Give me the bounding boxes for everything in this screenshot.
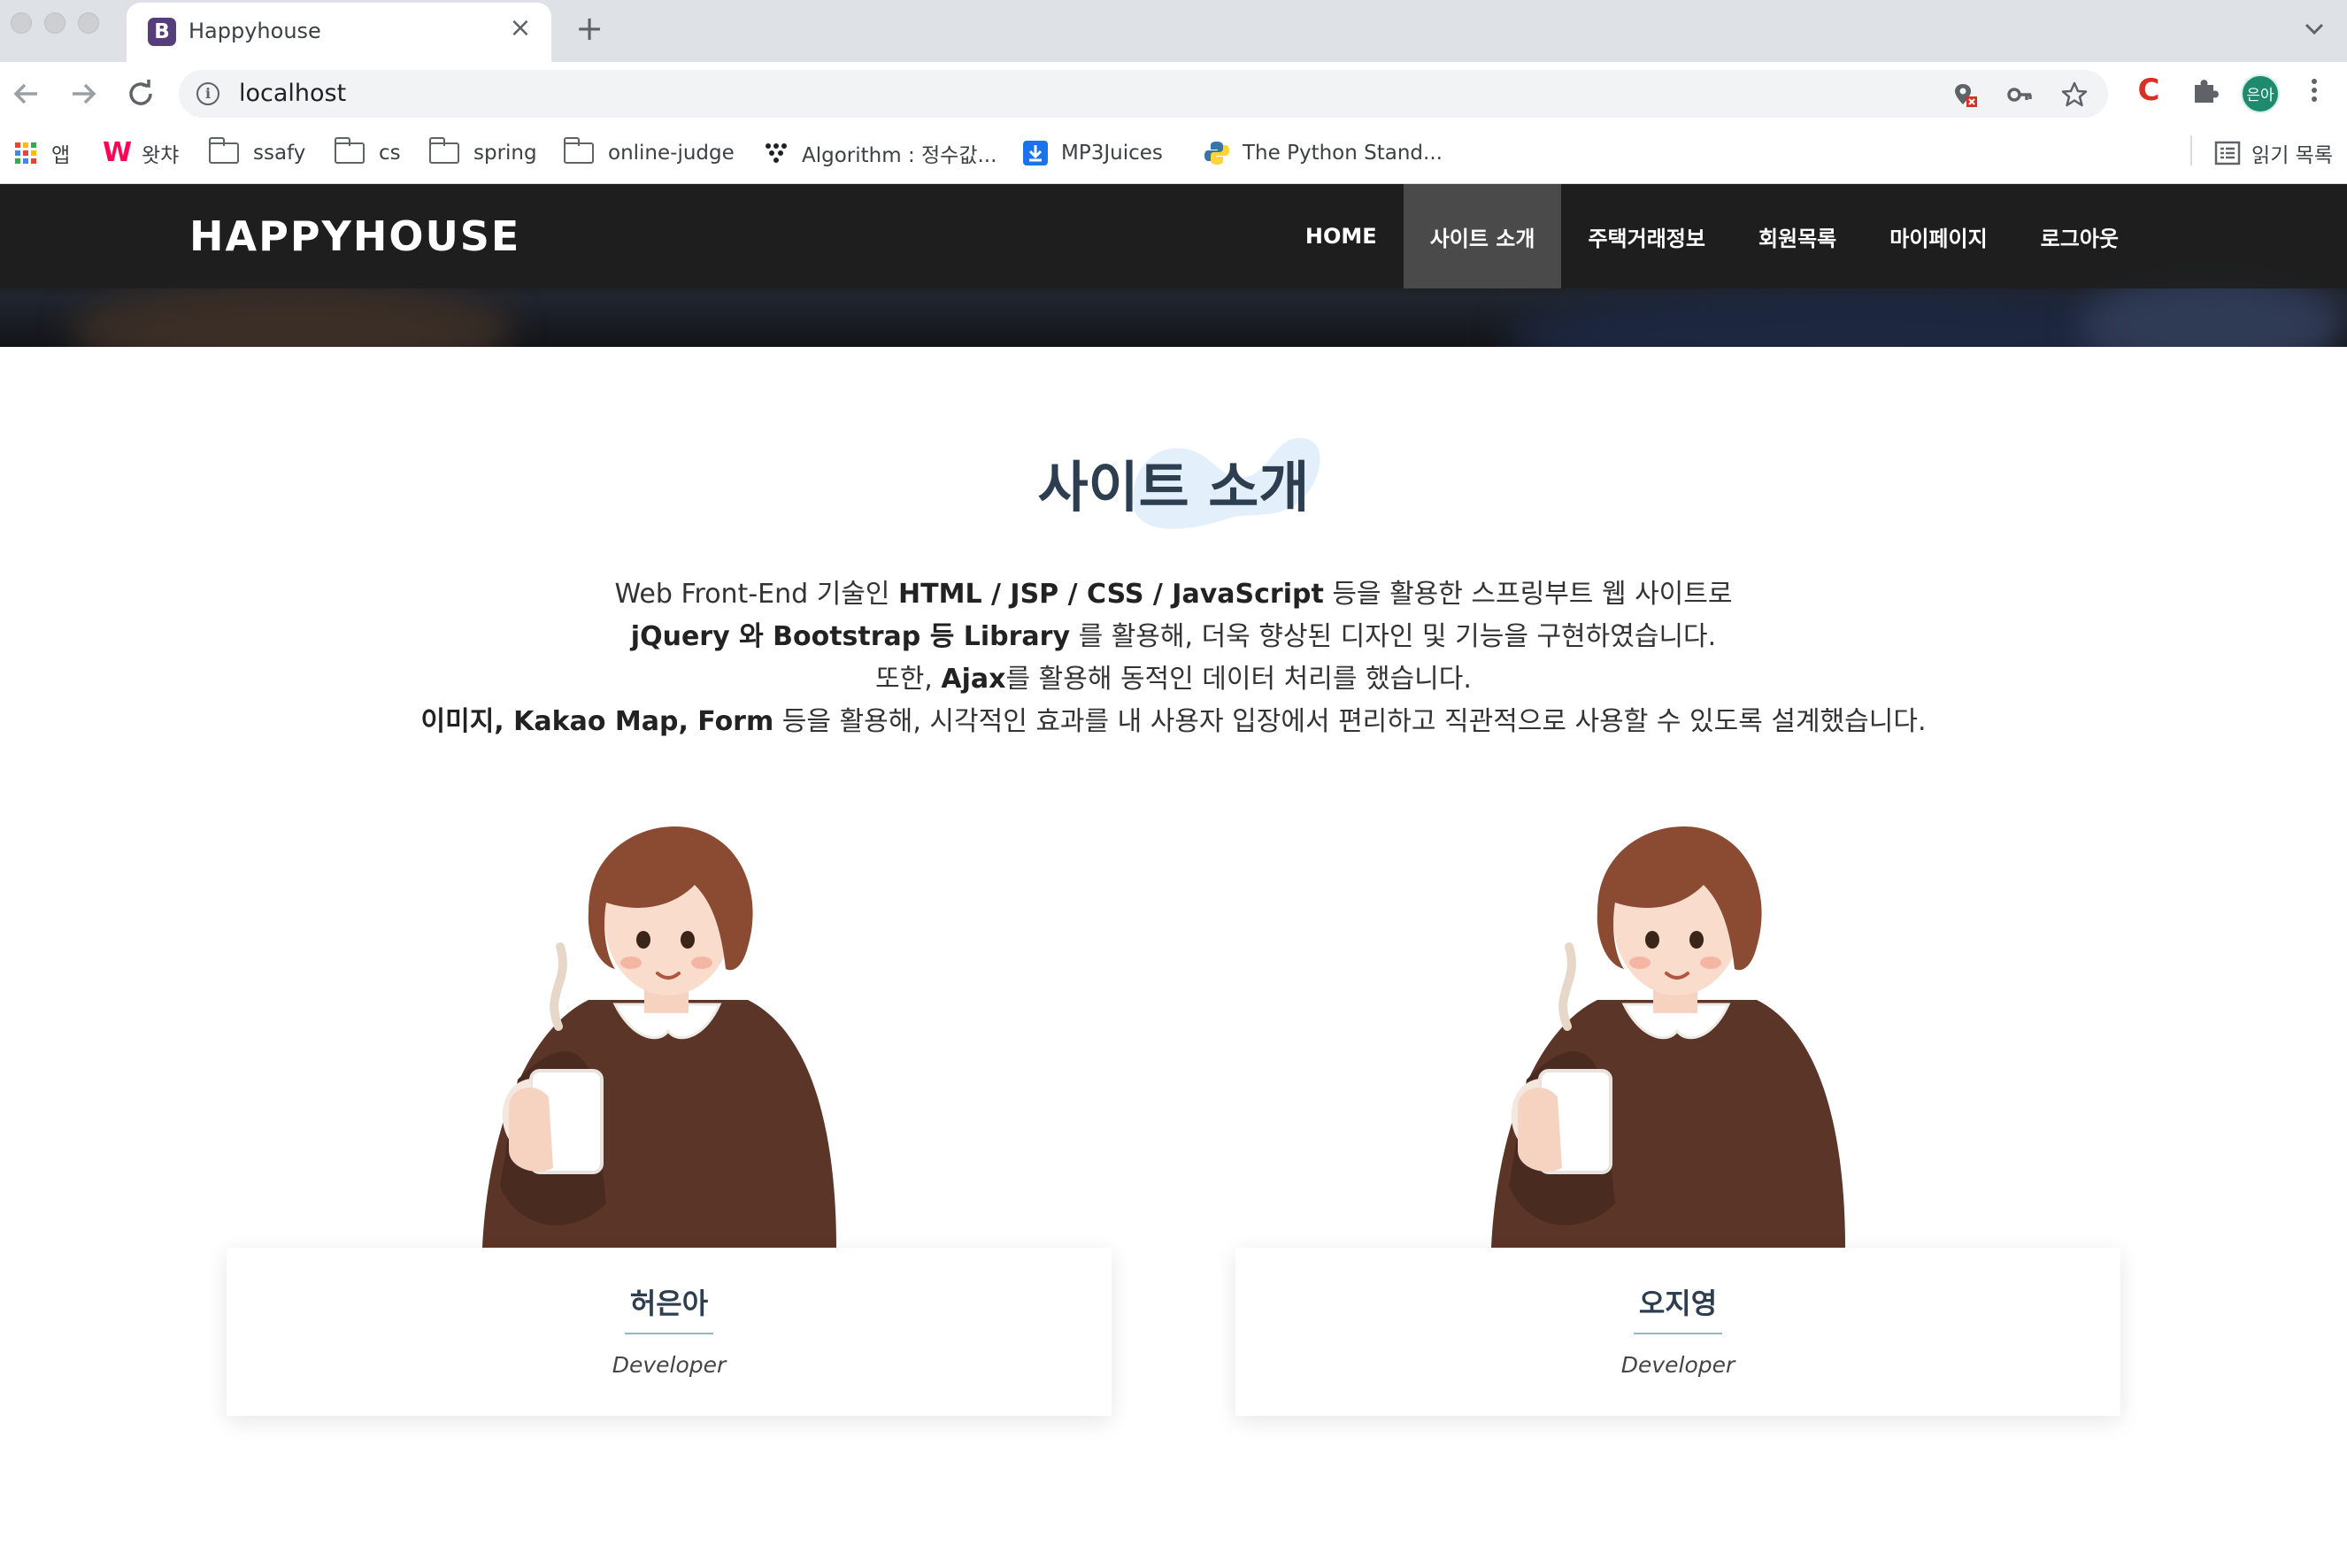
member-role: Developer	[1620, 1352, 1735, 1378]
bookmark-folder-spring[interactable]: spring	[428, 135, 537, 171]
team-member-card: 허은아 Developer	[227, 1248, 1112, 1416]
watcha-icon: W	[103, 137, 133, 168]
bookmarks-separator	[2190, 135, 2192, 165]
reading-list-icon	[2214, 141, 2241, 165]
bookmark-watcha[interactable]: W 왓챠	[103, 135, 179, 171]
site-navbar: HAPPYHOUSE HOME 사이트 소개 주택거래정보 회원목록 마이페이지…	[0, 184, 2347, 288]
site-nav-menu: HOME 사이트 소개 주택거래정보 회원목록 마이페이지 로그아웃	[1279, 184, 2145, 288]
window-minimize-button[interactable]	[44, 12, 65, 34]
intro-line-1: Web Front-End 기술인 HTML / JSP / CSS / Jav…	[614, 579, 1733, 610]
nav-house-deals[interactable]: 주택거래정보	[1561, 184, 1731, 288]
folder-icon	[563, 137, 594, 164]
bookmark-label: spring	[473, 142, 537, 165]
extension-c-icon[interactable]: C	[2131, 73, 2166, 108]
dots-icon	[766, 143, 787, 163]
url-text[interactable]: localhost	[239, 80, 346, 107]
site-brand-logo[interactable]: HAPPYHOUSE	[189, 212, 520, 260]
bookmark-label: MP3Juices	[1061, 142, 1163, 165]
folder-icon	[334, 137, 365, 164]
site-hero-banner: HAPPYHOUSE HOME 사이트 소개 주택거래정보 회원목록 마이페이지…	[0, 184, 2347, 347]
member-role: Developer	[612, 1352, 727, 1378]
member-name: 오지영	[1638, 1287, 1718, 1320]
bookmark-folder-cs[interactable]: cs	[334, 135, 401, 171]
bookmark-label: online-judge	[608, 142, 735, 165]
key-icon[interactable]	[2005, 81, 2034, 109]
intro-line-3: 또한, Ajax를 활용해 동적인 데이터 처리를 했습니다.	[875, 664, 1472, 695]
intro-line-4: 이미지, Kakao Map, Form 등을 활용해, 시각적인 효과를 내 …	[420, 706, 1927, 737]
new-tab-button[interactable]: +	[571, 11, 608, 48]
tab-close-icon[interactable]: ×	[505, 13, 535, 43]
nav-member-list[interactable]: 회원목록	[1732, 184, 1863, 288]
forward-arrow-icon[interactable]	[65, 76, 101, 111]
hero-background-blur	[71, 281, 513, 347]
tab-search-chevron-icon[interactable]	[2301, 16, 2328, 42]
back-arrow-icon[interactable]	[9, 76, 44, 111]
bookmark-label: 앱	[51, 144, 71, 167]
nav-site-intro[interactable]: 사이트 소개	[1403, 184, 1562, 288]
site-info-icon[interactable]: i	[196, 82, 219, 105]
intro-line-2: jQuery 와 Bootstrap 등 Library 를 활용해, 더욱 향…	[630, 621, 1717, 652]
intro-paragraph: Web Front-End 기술인 HTML / JSP / CSS / Jav…	[0, 573, 2347, 743]
bookmark-folder-online-judge[interactable]: online-judge	[563, 135, 735, 171]
bookmark-label: ssafy	[253, 142, 306, 165]
section-title: 사이트 소개	[1037, 455, 1310, 519]
bookmark-label: The Python Stand...	[1243, 142, 1443, 165]
download-icon	[1023, 141, 1048, 165]
bookmarks-bar: 앱 W 왓챠 ssafy cs spring online-judge Algo…	[0, 126, 2347, 184]
member-name: 허은아	[629, 1287, 709, 1320]
bookmark-mp3juices[interactable]: MP3Juices	[1022, 135, 1163, 171]
profile-avatar[interactable]: 은아	[2241, 74, 2280, 113]
window-close-button[interactable]	[11, 12, 32, 34]
bookmark-apps[interactable]: 앱	[12, 135, 70, 171]
nav-home[interactable]: HOME	[1279, 184, 1404, 288]
reading-list-label: 읽기 목록	[2251, 144, 2333, 167]
window-zoom-button[interactable]	[78, 12, 99, 34]
location-blocked-icon[interactable]	[1951, 81, 1979, 109]
team-member-avatar-image	[1491, 826, 1845, 1248]
browser-tab-strip: B Happyhouse × +	[0, 0, 2347, 62]
apps-grid-icon	[15, 142, 36, 164]
reading-list-button[interactable]: 읽기 목록	[2214, 135, 2333, 171]
bookmark-algorithm[interactable]: Algorithm : 정수값...	[763, 135, 997, 171]
bookmark-label: Algorithm : 정수값...	[802, 144, 997, 167]
bookmark-label: 왓챠	[142, 144, 180, 167]
nav-logout[interactable]: 로그아웃	[2014, 184, 2145, 288]
team-member-card: 오지영 Developer	[1235, 1248, 2120, 1416]
bookmark-label: cs	[379, 142, 401, 165]
star-bookmark-icon[interactable]	[2060, 81, 2089, 109]
card-divider	[1634, 1333, 1722, 1334]
card-divider	[625, 1333, 713, 1334]
bookmark-python[interactable]: The Python Stand...	[1204, 135, 1443, 171]
more-menu-icon[interactable]	[2301, 73, 2328, 108]
bookmark-folder-ssafy[interactable]: ssafy	[208, 135, 306, 171]
folder-icon	[428, 137, 459, 164]
browser-tab-active[interactable]: B Happyhouse ×	[127, 3, 551, 62]
bootstrap-favicon-icon: B	[148, 18, 176, 46]
nav-mypage[interactable]: 마이페이지	[1863, 184, 2013, 288]
team-member-avatar-image	[482, 826, 836, 1248]
tab-title: Happyhouse	[189, 19, 321, 43]
python-icon	[1204, 142, 1229, 165]
reload-icon[interactable]	[123, 76, 158, 111]
address-bar[interactable]: i localhost	[179, 70, 2108, 118]
folder-icon	[208, 137, 239, 164]
browser-toolbar: i localhost	[0, 62, 2347, 126]
extensions-puzzle-icon[interactable]	[2188, 73, 2223, 108]
